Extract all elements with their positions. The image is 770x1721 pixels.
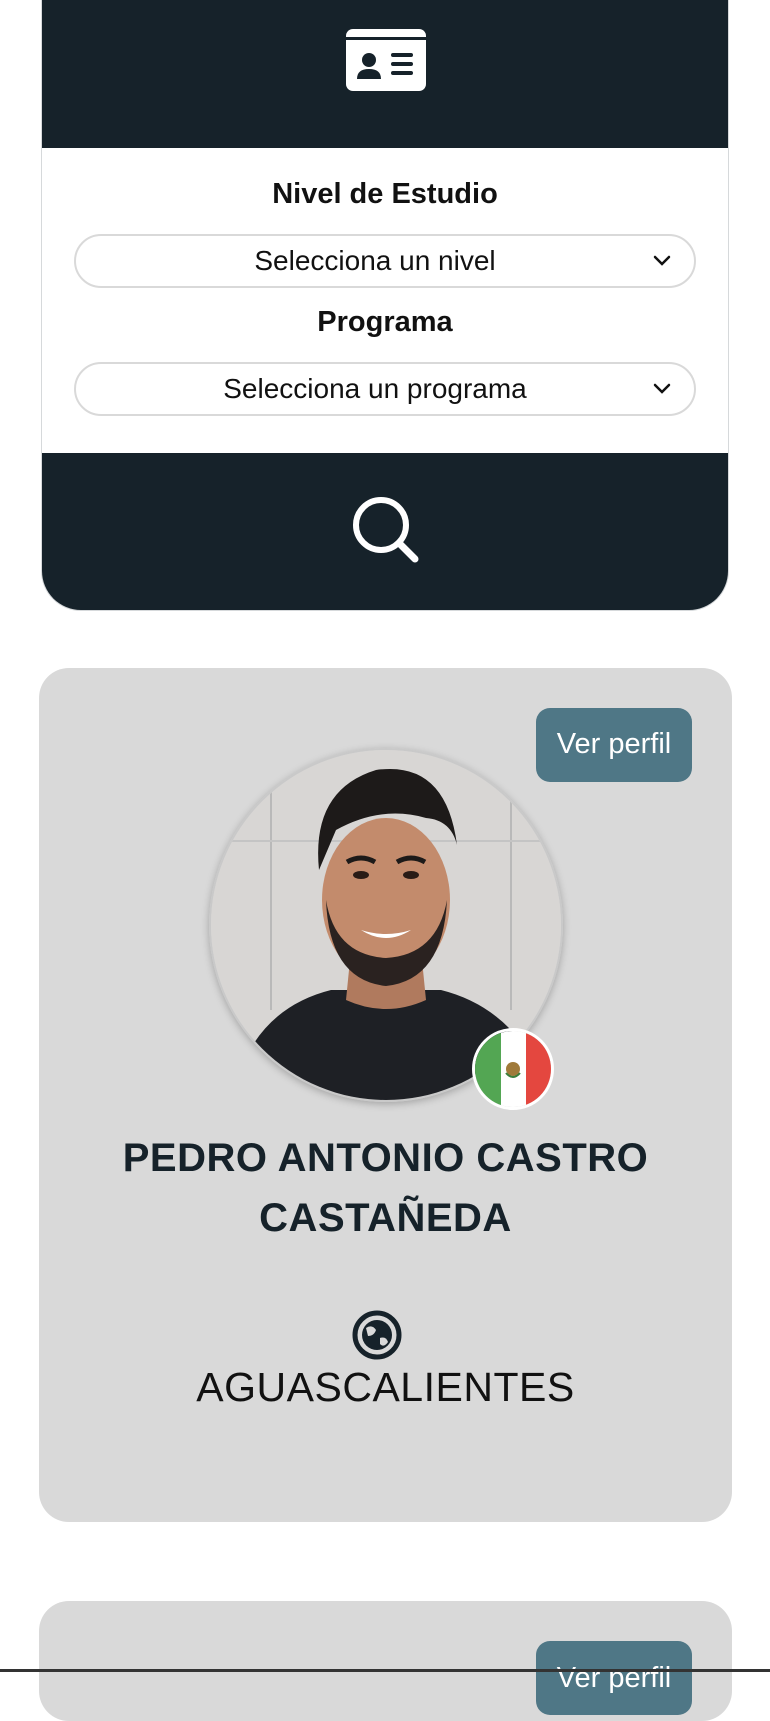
program-label: Programa [317, 306, 453, 338]
level-select-value: Selecciona un nivel [254, 245, 496, 276]
profile-card: Ver perfil [39, 668, 732, 1522]
program-select[interactable]: Selecciona un programa [74, 362, 696, 416]
view-profile-button[interactable]: Ver perfil [536, 708, 692, 782]
profile-card: Ver perfil [39, 1601, 732, 1721]
search-icon [353, 497, 419, 563]
level-label: Nivel de Estudio [272, 178, 498, 210]
level-select[interactable]: Selecciona un nivel [74, 234, 696, 288]
view-profile-button[interactable]: Ver perfil [536, 1641, 692, 1715]
globe-icon [352, 1310, 402, 1360]
filter-panel: Nivel de Estudio Selecciona un nivel Pro… [41, 0, 729, 611]
mexico-flag-icon [472, 1028, 554, 1110]
profile-name: PEDRO ANTONIO CASTRO CASTAÑEDA [122, 1136, 649, 1240]
program-select-value: Selecciona un programa [223, 373, 527, 404]
id-card-icon [346, 29, 426, 91]
profile-location: AGUASCALIENTES [196, 1364, 575, 1410]
chevron-down-icon [653, 383, 671, 394]
search-button[interactable] [42, 453, 728, 610]
chevron-down-icon [653, 255, 671, 266]
filter-header [42, 0, 728, 148]
